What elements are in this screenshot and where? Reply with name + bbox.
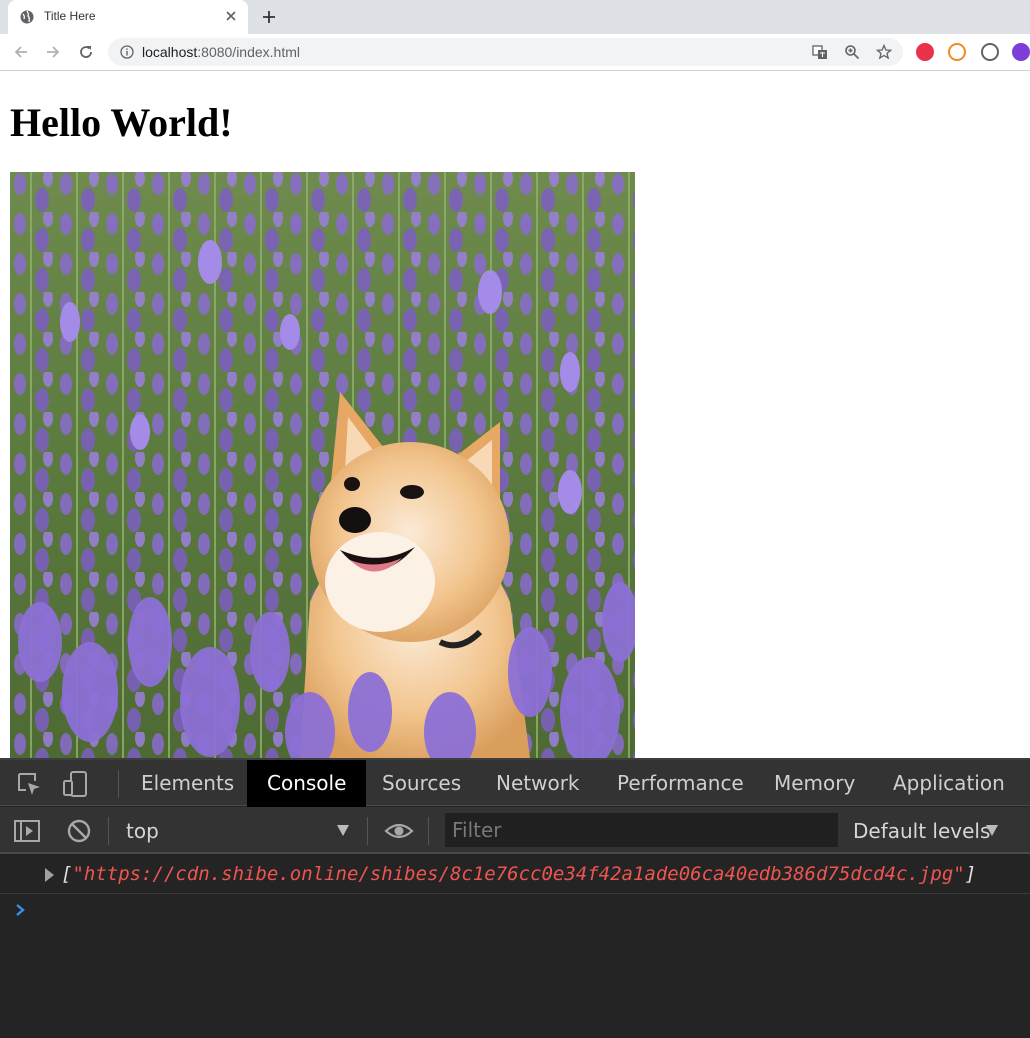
context-dropdown-icon[interactable] [337, 825, 349, 836]
address-bar[interactable]: localhost:8080/index.html [108, 38, 903, 66]
console-output: ["https://cdn.shibe.online/shibes/8c1e76… [61, 863, 976, 885]
star-icon[interactable] [876, 44, 892, 60]
devtools-panel: Elements Console Sources Network Perform… [0, 758, 1030, 1038]
clear-console-icon[interactable] [66, 818, 92, 844]
dog-photo [10, 172, 635, 758]
tab-strip: Title Here [0, 0, 1030, 34]
zoom-icon[interactable] [844, 44, 860, 60]
tab-network[interactable]: Network [476, 760, 600, 807]
tab-console[interactable]: Console [247, 760, 367, 807]
sidebar-toggle-icon[interactable] [14, 818, 40, 844]
forward-arrow-icon[interactable] [44, 43, 62, 61]
tab-memory[interactable]: Memory [754, 760, 875, 807]
new-tab-icon[interactable] [261, 9, 277, 25]
eye-icon[interactable] [384, 818, 414, 844]
back-arrow-icon[interactable] [12, 43, 30, 61]
close-icon[interactable] [224, 9, 238, 23]
levels-dropdown-icon[interactable] [986, 825, 998, 836]
log-levels-select[interactable]: Default levels [853, 819, 990, 843]
info-icon[interactable] [120, 45, 134, 59]
page-heading: Hello World! [10, 100, 233, 145]
url-text[interactable]: localhost:8080/index.html [142, 44, 300, 60]
toolbar-divider [367, 817, 368, 845]
browser-tab[interactable]: Title Here [8, 0, 248, 34]
tab-application[interactable]: Application [873, 760, 1025, 807]
devtools-tabbar: Elements Console Sources Network Perform… [0, 758, 1030, 807]
console-message[interactable]: ["https://cdn.shibe.online/shibes/8c1e76… [0, 856, 1030, 894]
extension-gray-icon[interactable] [981, 43, 999, 61]
tab-title: Title Here [44, 9, 96, 23]
extension-red-icon[interactable] [916, 43, 934, 61]
url-path: :8080/index.html [197, 44, 300, 60]
expand-triangle-icon[interactable] [45, 868, 54, 882]
context-select[interactable]: top [126, 819, 159, 843]
toolbar-divider [108, 817, 109, 845]
console-toolbar: top Default levels [0, 807, 1030, 854]
extension-purple-icon[interactable] [1012, 43, 1030, 61]
filter-input[interactable] [445, 813, 838, 847]
extension-orange-icon[interactable] [948, 43, 966, 61]
tabbar-divider [118, 770, 119, 798]
page-viewport: Hello World! [0, 71, 1030, 758]
console-prompt-icon[interactable] [14, 901, 28, 919]
tab-performance[interactable]: Performance [597, 760, 764, 807]
tab-sources[interactable]: Sources [362, 760, 481, 807]
toolbar-divider [428, 817, 429, 845]
inspect-element-icon[interactable] [16, 771, 42, 797]
url-string: "https://cdn.shibe.online/shibes/8c1e76c… [72, 863, 965, 885]
array-close-bracket: ] [964, 863, 977, 885]
device-toolbar-icon[interactable] [62, 771, 88, 797]
globe-icon [20, 10, 34, 24]
array-open-bracket: [ [61, 863, 73, 885]
reload-icon[interactable] [77, 43, 95, 61]
translate-icon[interactable] [812, 44, 828, 60]
url-host: localhost [142, 44, 198, 60]
tab-elements[interactable]: Elements [121, 760, 254, 807]
browser-toolbar: localhost:8080/index.html 9 [0, 34, 1030, 99]
